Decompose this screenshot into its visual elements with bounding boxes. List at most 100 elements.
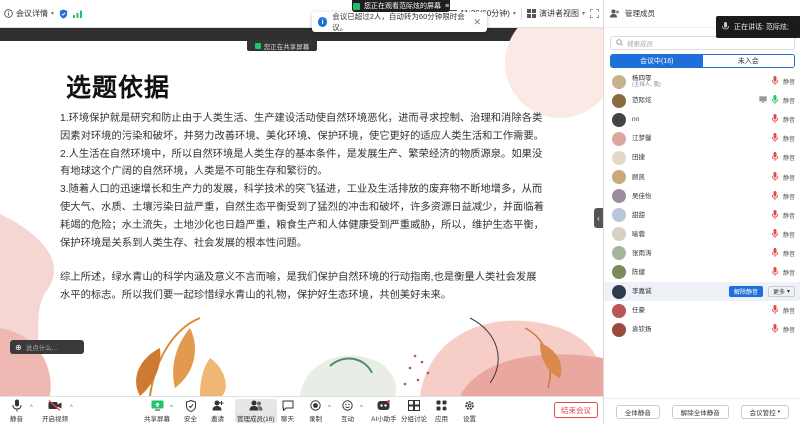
participant-name: 甜甜 (632, 212, 766, 219)
more-button[interactable]: 更多 ▾ (767, 286, 795, 298)
microphone-muted-icon[interactable] (771, 324, 779, 335)
bottom-toolbar: 静音 ^ 开启视频 ^ 共享屏幕 ^ 安全 邀请 管理成员(16) 聊天 录制 … (0, 396, 603, 424)
participant-row[interactable]: 田捷 静音 (604, 148, 800, 167)
chevron-up-icon[interactable]: ^ (360, 405, 363, 411)
divider (520, 7, 522, 20)
chevron-up-icon[interactable]: ^ (170, 405, 173, 411)
participant-mute-label[interactable]: 静音 (783, 249, 795, 258)
mute-all-button[interactable]: 全体静音 (615, 404, 660, 419)
meeting-control-button[interactable]: 会议管控 ▾ (740, 404, 790, 419)
mute-button[interactable]: 静音 (10, 399, 23, 423)
participant-status-icons: 静音 (771, 228, 795, 240)
avatar (612, 112, 626, 127)
chevron-up-icon[interactable]: ^ (30, 405, 33, 411)
participant-mute-label[interactable]: 静音 (783, 96, 795, 105)
participant-row[interactable]: 张雨涛 静音 (604, 244, 800, 263)
participant-row[interactable]: 顾凯 静音 (604, 167, 800, 186)
meeting-info-button[interactable]: 会议详情 ▾ (4, 8, 54, 19)
microphone-muted-icon[interactable] (771, 266, 779, 278)
participant-name-text: 张雨涛 (632, 249, 652, 257)
chevron-down-icon: ▾ (786, 289, 790, 296)
participant-row[interactable]: 吴佳怡 静音 (604, 187, 800, 206)
invite-button[interactable]: 邀请 (211, 399, 224, 423)
participant-mute-label[interactable]: 静音 (783, 192, 795, 201)
microphone-muted-icon[interactable] (771, 133, 779, 144)
record-button[interactable]: 录制 (309, 399, 322, 423)
chat-input[interactable]: ⊕ 说点什么... (10, 340, 84, 354)
signal-icon[interactable] (73, 10, 83, 18)
microphone-muted-icon[interactable] (771, 247, 779, 259)
participant-mute-label[interactable]: 静音 (783, 153, 795, 162)
participant-row[interactable]: 杨四零 (主持人, 我) 静音 (604, 72, 800, 91)
participant-mute-label[interactable]: 静音 (783, 211, 795, 220)
microphone-muted-icon[interactable] (771, 190, 779, 202)
chat-button[interactable]: 聊天 (281, 399, 294, 423)
fullscreen-icon[interactable] (590, 9, 599, 18)
microphone-muted-icon[interactable] (771, 228, 779, 240)
avatar (612, 131, 626, 146)
participant-mute-label[interactable]: 静音 (783, 325, 795, 334)
slide-body: 1.环境保护就是研究和防止由于人类生活、生产建设活动使自然环境恶化，进而寻求控制… (60, 110, 546, 305)
avatar (612, 189, 626, 204)
avatar (612, 303, 626, 318)
close-icon[interactable]: ✕ (473, 17, 481, 28)
participant-name: 田捷 (632, 154, 766, 161)
video-button[interactable]: 开启视频 (42, 399, 68, 423)
participant-name-text: 田捷 (632, 154, 645, 162)
participant-row[interactable]: 江梦馨 静音 (604, 129, 800, 148)
settings-button[interactable]: 设置 (463, 399, 476, 423)
participant-row[interactable]: 李嘉诚 解除静音 更多 ▾ (604, 282, 800, 302)
microphone-muted-icon[interactable] (771, 114, 779, 125)
unmute-participant-button[interactable]: 解除静音 (728, 286, 763, 298)
microphone-muted-icon[interactable] (771, 209, 779, 221)
microphone-muted-icon[interactable] (771, 152, 779, 163)
participant-row[interactable]: 袁钦扬 静音 (604, 320, 800, 339)
participant-row[interactable]: 甜甜 静音 (604, 206, 800, 225)
participant-name-text: 吴佳怡 (632, 192, 652, 200)
chevron-up-icon[interactable]: ^ (328, 405, 331, 411)
tab-not-joined[interactable]: 未入会 (702, 55, 794, 67)
ai-assistant-button[interactable]: AI小助手 (371, 399, 397, 423)
view-mode-button[interactable]: 演讲者视图 ▾ (526, 8, 585, 19)
participant-row[interactable]: nn 静音 (604, 110, 800, 129)
breakout-button[interactable]: 分组讨论 (401, 399, 427, 423)
end-meeting-button[interactable]: 结束会议 (554, 402, 598, 418)
share-screen-button[interactable]: 共享屏幕 (144, 399, 170, 423)
participant-name-text: 杨四零 (632, 74, 652, 82)
microphone-muted-icon[interactable] (771, 95, 779, 106)
tab-in-meeting[interactable]: 会议中(16) (611, 55, 703, 67)
participant-status-icons: 静音 (771, 247, 795, 259)
participant-mute-label[interactable]: 静音 (783, 306, 795, 315)
share-screen-icon (151, 399, 164, 412)
participant-role: (主持人, 我) (632, 81, 661, 88)
avatar (612, 265, 626, 280)
participant-mute-label[interactable]: 静音 (783, 268, 795, 277)
screen-share-icon (759, 96, 767, 105)
unmute-all-button[interactable]: 解除全体静音 (671, 404, 729, 419)
microphone-muted-icon[interactable] (771, 305, 779, 316)
participant-row[interactable]: 陈健 静音 (604, 263, 800, 282)
security-button[interactable]: 安全 (184, 399, 197, 423)
microphone-muted-icon[interactable] (771, 76, 779, 87)
react-button[interactable]: 互动 (341, 399, 354, 423)
shield-icon[interactable] (59, 9, 68, 19)
apps-button[interactable]: 应用 (435, 399, 448, 423)
emoji-icon (341, 399, 354, 412)
participant-row[interactable]: 范际炫 静音 (604, 91, 800, 110)
participant-mute-label[interactable]: 静音 (783, 134, 795, 143)
participant-status-icons: 静音 (771, 324, 795, 335)
chevron-up-icon[interactable]: ^ (70, 405, 73, 411)
microphone-muted-icon[interactable] (771, 171, 779, 183)
participant-mute-label[interactable]: 静音 (783, 230, 795, 239)
participant-mute-label[interactable]: 静音 (783, 173, 795, 182)
participant-status-icons: 静音 (771, 305, 795, 316)
participant-mute-label[interactable]: 静音 (783, 77, 795, 86)
participant-row[interactable]: 喻蓉 静音 (604, 225, 800, 244)
meeting-info-label: 会议详情 (16, 9, 48, 18)
member-search-input[interactable]: 搜索成员 (610, 36, 795, 50)
participant-row[interactable]: 任豪 静音 (604, 301, 800, 320)
collapse-panel-handle[interactable]: ‹ (594, 208, 603, 228)
participants-button[interactable]: 管理成员(16) (235, 399, 277, 423)
participant-status-icons: 静音 (771, 190, 795, 202)
participant-mute-label[interactable]: 静音 (783, 115, 795, 124)
